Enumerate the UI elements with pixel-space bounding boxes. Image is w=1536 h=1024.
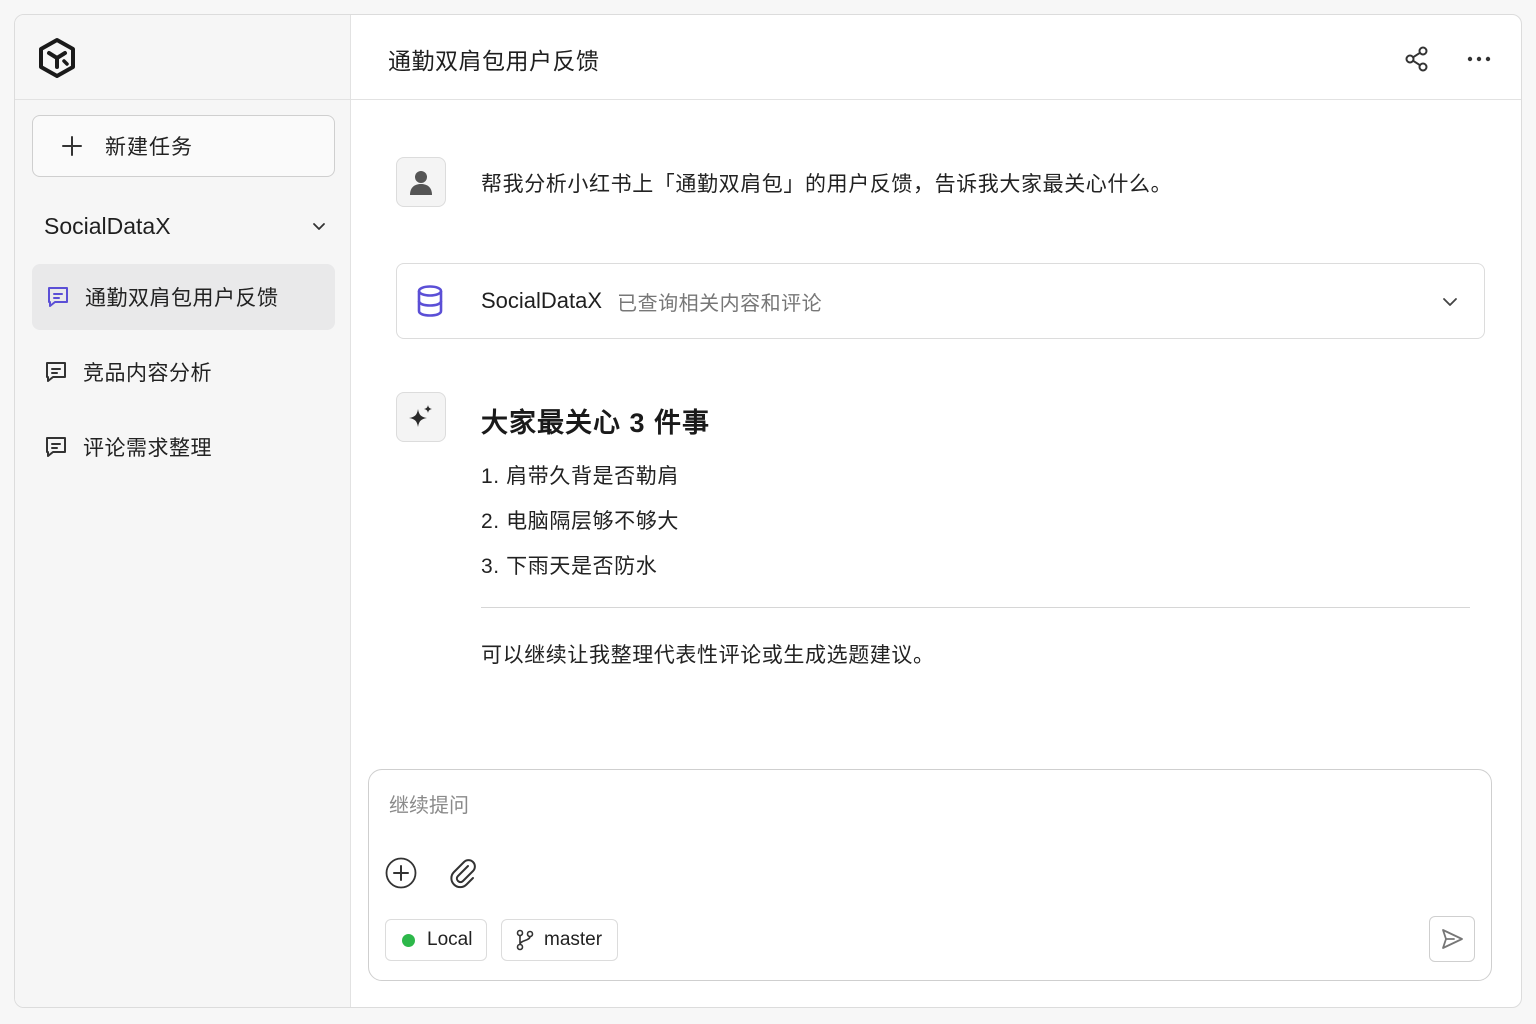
user-icon: [410, 171, 432, 195]
user-message: 帮我分析小红书上「通勤双肩包」的用户反馈，告诉我大家最关心什么。: [481, 173, 1173, 196]
list-item: 1. 肩带久背是否勒肩: [481, 465, 679, 488]
database-icon: [417, 285, 443, 317]
chat-bubble-icon: [46, 437, 66, 457]
plus-circle-icon[interactable]: [385, 857, 417, 889]
tool-status: 已查询相关内容和评论: [617, 292, 823, 315]
divider: [481, 607, 1470, 608]
prompt-input[interactable]: [389, 790, 1389, 822]
answer-list: 1. 肩带久背是否勒肩 2. 电脑隔层够不够大 3. 下雨天是否防水: [481, 463, 679, 598]
sidebar-item-label: 通勤双肩包用户反馈: [85, 287, 279, 310]
page-title: 通勤双肩包用户反馈: [388, 48, 600, 74]
answer-title: 大家最关心 3 件事: [481, 408, 711, 438]
sidebar-item-competitor-analysis[interactable]: 竞品内容分析: [32, 339, 335, 405]
branch-label: master: [544, 929, 603, 950]
tool-call-card[interactable]: SocialDataX 已查询相关内容和评论: [396, 263, 1485, 339]
git-branch-icon: [516, 929, 534, 951]
main-panel: 通勤双肩包用户反馈 帮我分析小红书上「通勤双肩包」的用户反馈，告诉我大家最关心什…: [351, 15, 1521, 1007]
paperclip-icon[interactable]: [447, 857, 479, 889]
chat-bubble-icon: [48, 287, 68, 307]
user-avatar: [396, 157, 446, 207]
new-task-label: 新建任务: [105, 136, 193, 159]
tool-name: SocialDataX: [481, 288, 603, 313]
share-icon[interactable]: [1403, 45, 1431, 73]
new-task-button[interactable]: 新建任务: [32, 115, 335, 177]
chat-header: 通勤双肩包用户反馈: [351, 15, 1521, 100]
more-horizontal-icon[interactable]: [1465, 45, 1493, 73]
send-button[interactable]: [1429, 916, 1475, 962]
plus-icon: [62, 136, 82, 156]
send-icon: [1442, 929, 1463, 949]
chat-bubble-icon: [46, 362, 66, 382]
workspace-name: SocialDataX: [44, 212, 171, 239]
sidebar-item-label: 竞品内容分析: [83, 362, 212, 385]
status-dot: [402, 933, 415, 947]
sidebar-item-commuter-backpack-feedback[interactable]: 通勤双肩包用户反馈: [32, 264, 335, 330]
workspace-selector[interactable]: SocialDataX: [44, 211, 328, 241]
followup-text: 可以继续让我整理代表性评论或生成选题建议。: [481, 644, 935, 667]
assistant-avatar: [396, 392, 446, 442]
sidebar-item-label: 评论需求整理: [83, 437, 212, 460]
list-item: 3. 下雨天是否防水: [481, 555, 658, 578]
sidebar-header: [15, 15, 350, 100]
sidebar-item-comment-needs[interactable]: 评论需求整理: [32, 414, 335, 480]
chevron-down-icon: [1443, 298, 1457, 306]
branch-selector[interactable]: master: [501, 919, 618, 961]
app-window: 新建任务 SocialDataX 通勤双肩包用户反馈 竞品内容分析 评论需求整理…: [14, 14, 1522, 1008]
sidebar: 新建任务 SocialDataX 通勤双肩包用户反馈 竞品内容分析 评论需求整理: [15, 15, 351, 1007]
environment-selector[interactable]: Local: [385, 919, 487, 961]
sparkle-icon: [409, 405, 432, 427]
environment-label: Local: [427, 929, 473, 950]
list-item: 2. 电脑隔层够不够大: [481, 510, 679, 533]
chevron-down-icon: [313, 223, 325, 230]
composer: Local master: [368, 769, 1492, 981]
cube-logo-icon[interactable]: [37, 37, 77, 79]
